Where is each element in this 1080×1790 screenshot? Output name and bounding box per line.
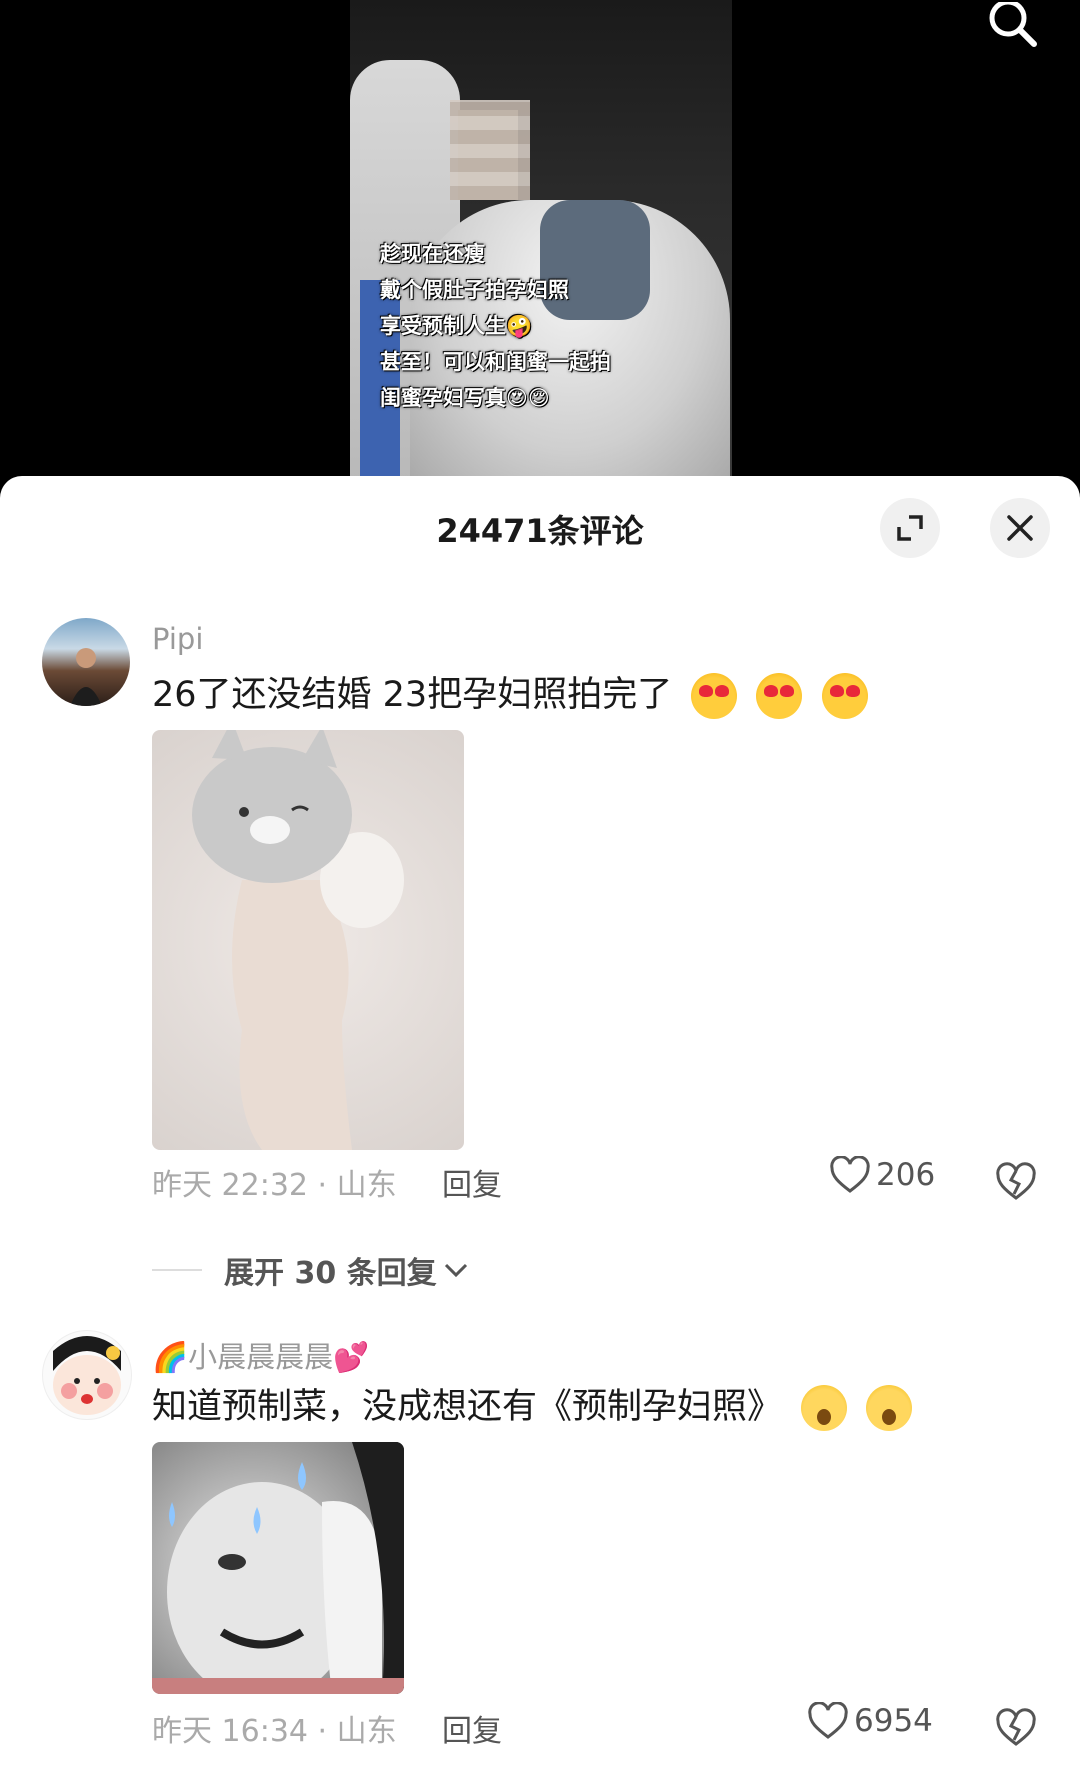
comment-meta: 昨天 16:34 · 山东 <box>152 1714 397 1749</box>
comment-text: 知道预制菜，没成想还有《预制孕妇照》 <box>152 1378 913 1431</box>
heart-icon <box>830 1156 870 1193</box>
video-caption: 趁现在还瘦 戴个假肚子拍孕妇照 享受预制人生🤪 甚至！可以和闺蜜一起拍 闺蜜孕妇… <box>380 236 611 416</box>
heart-icon <box>808 1702 848 1739</box>
search-icon[interactable] <box>980 2 1040 50</box>
avatar-person-icon <box>70 648 102 706</box>
video-caption-line: 闺蜜孕妇写真😍😌 <box>380 386 550 410</box>
video-caption-line: 享受预制人生🤪 <box>380 314 533 338</box>
comment-text-body: 26了还没结婚 23把孕妇照拍完了 <box>152 675 673 715</box>
video-caption-line: 戴个假肚子拍孕妇照 <box>380 278 569 302</box>
comment-image-content <box>192 730 404 1150</box>
comment-username[interactable]: 🌈小晨晨晨晨💕 <box>152 1334 369 1376</box>
reply-button[interactable]: 回复 <box>442 1160 502 1204</box>
reply-button[interactable]: 回复 <box>442 1706 502 1750</box>
video-frame[interactable]: 趁现在还瘦 戴个假肚子拍孕妇照 享受预制人生🤪 甚至！可以和闺蜜一起拍 闺蜜孕妇… <box>350 0 732 480</box>
comment-text-body: 知道预制菜，没成想还有《预制孕妇照》 <box>152 1387 783 1427</box>
heart-eyes-emoji-icon <box>756 673 803 719</box>
dislike-broken-heart-icon[interactable] <box>996 1162 1036 1202</box>
like-count: 6954 <box>854 1703 933 1739</box>
video-caption-line: 趁现在还瘦 <box>380 242 485 266</box>
dislike-broken-heart-icon[interactable] <box>996 1708 1036 1748</box>
video-caption-line: 甚至！可以和闺蜜一起拍 <box>380 350 611 374</box>
comment-image[interactable] <box>152 1442 404 1694</box>
comment-meta: 昨天 22:32 · 山东 <box>152 1168 397 1203</box>
expand-replies-label: 展开 30 条回复 <box>224 1256 437 1291</box>
comment-username[interactable]: Pipi <box>152 622 203 656</box>
astonished-emoji-icon <box>866 1385 913 1431</box>
close-button[interactable] <box>990 498 1050 558</box>
comment-image-content <box>152 1442 404 1694</box>
video-player[interactable]: 趁现在还瘦 戴个假肚子拍孕妇照 享受预制人生🤪 甚至！可以和闺蜜一起拍 闺蜜孕妇… <box>0 0 1080 480</box>
astonished-emoji-icon <box>801 1385 848 1431</box>
close-icon <box>1007 515 1033 541</box>
expand-button[interactable] <box>880 498 940 558</box>
avatar[interactable] <box>42 1330 132 1420</box>
heart-eyes-emoji-icon <box>691 673 738 719</box>
chevron-down-icon <box>444 1263 467 1278</box>
avatar[interactable] <box>42 618 130 706</box>
like-button[interactable]: 6954 <box>808 1702 933 1740</box>
heart-eyes-emoji-icon <box>821 673 868 719</box>
divider-line <box>152 1269 202 1271</box>
avatar-cartoon-icon <box>53 1336 121 1415</box>
comment-text: 26了还没结婚 23把孕妇照拍完了 <box>152 666 868 719</box>
expand-icon <box>897 515 923 541</box>
like-count: 206 <box>876 1157 936 1193</box>
video-mosaic-blur <box>450 100 530 200</box>
like-button[interactable]: 206 <box>830 1156 935 1194</box>
expand-replies-button[interactable]: 展开 30 条回复 <box>152 1248 469 1292</box>
comments-sheet: 24471条评论 Pipi 26了还没结婚 23把孕妇照拍完了 昨天 22:32… <box>0 476 1080 1790</box>
comment-image[interactable] <box>152 730 464 1150</box>
